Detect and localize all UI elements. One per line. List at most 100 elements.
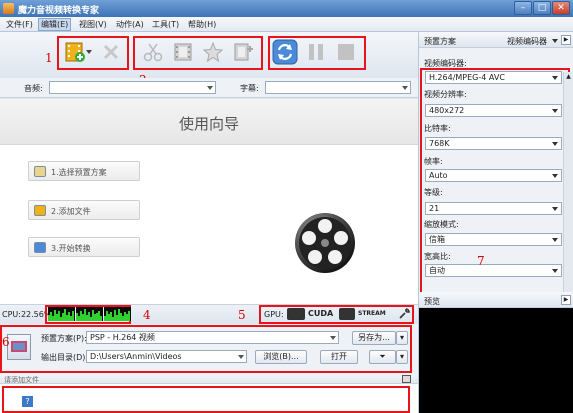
- setting-value: 21: [429, 204, 440, 213]
- effects-button[interactable]: [200, 39, 226, 65]
- annotation-label-4: 4: [143, 308, 151, 322]
- cpu-meter: [48, 307, 75, 321]
- preview-header: 预览 ▶: [419, 292, 573, 308]
- preset-settings-panel: 预置方案 视频编码器 ▶ 视频编码器: H.264/MPEG-4 AVC 视频分…: [418, 32, 573, 413]
- cut-button[interactable]: [140, 39, 166, 65]
- preset-device-icon: [7, 334, 31, 360]
- pause-button[interactable]: [303, 39, 329, 65]
- convert-sync-icon: [34, 242, 46, 253]
- output-dir-value: D:\Users\Anmin\Videos: [90, 352, 182, 361]
- subtitle-label: 字幕:: [240, 84, 259, 93]
- merge-button[interactable]: [230, 39, 256, 65]
- film-add-icon: [234, 43, 253, 61]
- menu-help[interactable]: 帮助(H): [186, 19, 218, 30]
- bitrate-select[interactable]: 768K: [425, 137, 562, 150]
- setting-value: Auto: [429, 171, 448, 180]
- framerate-select[interactable]: Auto: [425, 169, 562, 182]
- scissors-icon: [143, 43, 163, 62]
- subtitle-track-select[interactable]: [265, 81, 411, 94]
- annotation-box-file-list: [2, 386, 410, 413]
- cpu-meter: [104, 307, 131, 321]
- wizard-title: 使用向导: [178, 115, 239, 133]
- setting-label: 帧率:: [424, 157, 443, 166]
- menu-view[interactable]: 视图(V): [77, 19, 109, 30]
- minimize-button[interactable]: –: [514, 1, 532, 15]
- close-button[interactable]: ✕: [552, 1, 570, 15]
- stream-label: STREAM: [358, 310, 386, 317]
- film-reel-icon: [295, 213, 355, 273]
- add-film-icon: [65, 42, 85, 62]
- settings-scrollbar[interactable]: ▲ ▼: [563, 72, 573, 312]
- wizard-panel: 使用向导 1.选择预置方案 2.添加文件 3.开始转换: [0, 99, 418, 304]
- annotation-label-5: 5: [238, 308, 246, 322]
- stop-icon: [338, 44, 354, 60]
- output-dir-input[interactable]: D:\Users\Anmin\Videos: [86, 350, 247, 363]
- annotation-label-7: 7: [477, 254, 485, 268]
- settings-wrench-icon[interactable]: [398, 308, 410, 320]
- help-icon[interactable]: ?: [22, 396, 33, 407]
- convert-button[interactable]: [272, 39, 298, 65]
- save-as-menu-button[interactable]: ▾: [396, 331, 408, 345]
- menu-tools[interactable]: 工具(T): [150, 19, 181, 30]
- wizard-step-label: 2.添加文件: [51, 207, 91, 216]
- convert-sync-icon: [272, 39, 298, 65]
- cuda-label: CUDA: [308, 309, 334, 318]
- preset-icon: [34, 166, 46, 177]
- chevron-down-icon: [207, 86, 213, 90]
- maximize-button[interactable]: □: [533, 1, 551, 15]
- list-view-icon[interactable]: [402, 375, 411, 383]
- preview-area: [419, 308, 573, 413]
- cpu-meter-bar: [128, 311, 130, 321]
- encoder-dropdown[interactable]: 视频编码器: [507, 36, 547, 47]
- cpu-meter-bar: [100, 316, 102, 321]
- clip-button[interactable]: [170, 39, 196, 65]
- scroll-up-icon[interactable]: ▲: [564, 72, 573, 81]
- menu-action[interactable]: 动作(A): [114, 19, 146, 30]
- nvidia-logo-icon: [287, 308, 305, 320]
- level-select[interactable]: 21: [425, 202, 562, 215]
- output-mode-button[interactable]: ⏷: [369, 350, 396, 364]
- resolution-select[interactable]: 480x272: [425, 104, 562, 117]
- chevron-down-icon: [552, 174, 558, 178]
- cpu-meter: [76, 307, 103, 321]
- chevron-down-icon: [238, 355, 244, 359]
- chevron-down-icon: [330, 336, 336, 340]
- delete-x-icon: [103, 44, 119, 60]
- remove-button[interactable]: [98, 39, 124, 65]
- menu-file[interactable]: 文件(F): [4, 19, 35, 30]
- pause-icon: [309, 44, 323, 60]
- preset-label: 预置方案(P):: [41, 334, 87, 343]
- save-as-button[interactable]: 另存为...: [352, 331, 396, 345]
- setting-value: 768K: [429, 139, 450, 148]
- setting-label: 视频分辨率:: [424, 90, 467, 99]
- annotation-label-6: 6: [2, 335, 10, 349]
- star-effects-icon: [202, 41, 224, 63]
- scale-mode-select[interactable]: 信箱: [425, 233, 562, 246]
- preview-expand-button[interactable]: ▶: [561, 295, 571, 305]
- browse-button[interactable]: 浏览(B)...: [255, 350, 307, 364]
- chevron-down-icon[interactable]: [86, 50, 92, 54]
- file-list-header-label: 请添加文件: [4, 376, 39, 384]
- output-dir-label: 输出目录(D):: [41, 353, 89, 362]
- panel-collapse-button[interactable]: ▶: [561, 35, 571, 45]
- chevron-down-icon[interactable]: [552, 39, 558, 43]
- wizard-step-add-file[interactable]: 2.添加文件: [28, 200, 140, 220]
- add-file-button[interactable]: [62, 39, 88, 65]
- chevron-down-icon: [552, 109, 558, 113]
- wizard-step-start-convert[interactable]: 3.开始转换: [28, 237, 140, 257]
- stop-button[interactable]: [333, 39, 359, 65]
- open-folder-button[interactable]: 打开: [320, 350, 358, 364]
- status-strip: CPU:22.56% 4 5 GPU: CUDA STREAM: [0, 304, 418, 324]
- output-mode-menu-button[interactable]: ▾: [396, 350, 408, 364]
- aspect-ratio-select[interactable]: 自动: [425, 264, 562, 277]
- setting-label: 等级:: [424, 188, 443, 197]
- wizard-step-select-preset[interactable]: 1.选择预置方案: [28, 161, 140, 181]
- audio-track-select[interactable]: [49, 81, 216, 94]
- output-section: 预置方案(P): PSP - H.264 视频 另存为... ▾ 输出目录(D)…: [0, 324, 418, 374]
- gpu-label: GPU:: [264, 310, 284, 319]
- preset-select[interactable]: PSP - H.264 视频: [86, 331, 339, 344]
- menu-edit[interactable]: 编辑(E): [38, 18, 72, 31]
- wizard-step-label: 3.开始转换: [51, 244, 91, 253]
- video-encoder-select[interactable]: H.264/MPEG-4 AVC: [425, 71, 562, 84]
- file-list[interactable]: 请添加文件 ?: [0, 374, 418, 413]
